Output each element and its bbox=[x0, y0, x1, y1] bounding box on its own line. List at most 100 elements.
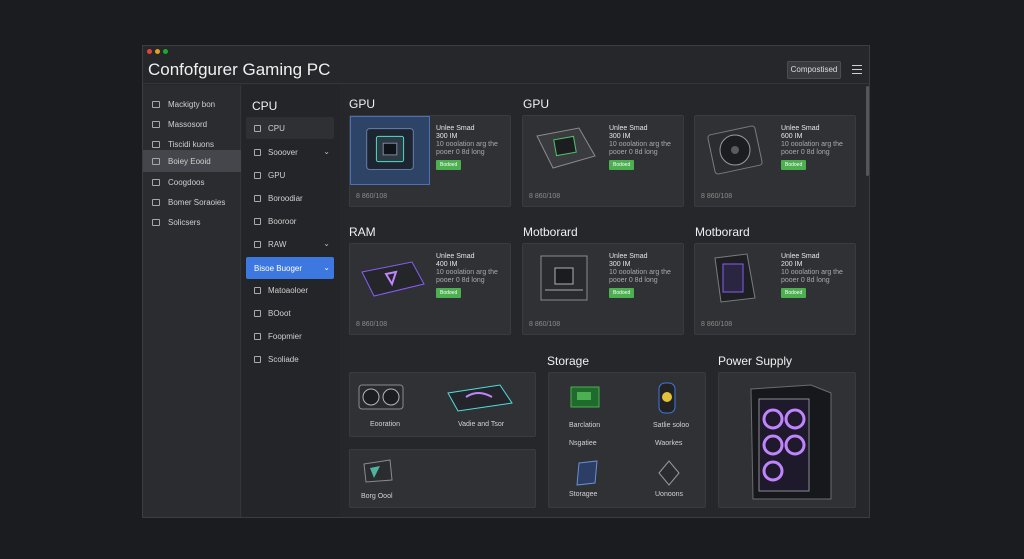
subnav-item-label: Boroodiar bbox=[268, 193, 303, 203]
accessories-panel: Eooration Vadie and Tsor bbox=[349, 372, 536, 437]
pc-case-icon bbox=[750, 384, 832, 500]
gpu-icon bbox=[254, 171, 261, 179]
folder-icon bbox=[152, 157, 160, 165]
product-card-motherboard-1[interactable]: Unlee Smad 300 IM 10 ooolation arg the p… bbox=[522, 243, 684, 335]
product-card-gpu-2[interactable]: Unlee Smad 300 IM 10 ooolation arg the p… bbox=[522, 115, 684, 207]
box-icon bbox=[254, 286, 261, 294]
pc-case-icon bbox=[714, 253, 756, 303]
subnav-item-label: Bisoe Buoger bbox=[254, 263, 303, 273]
ram-module-icon bbox=[361, 261, 425, 297]
subnav-item-matoaoloer[interactable]: Matoaoloer bbox=[246, 279, 334, 301]
card-spec: Unlee Smad 400 IM 10 ooolation arg the p… bbox=[436, 253, 512, 298]
grid-icon bbox=[152, 178, 160, 186]
card-spec-line: Unlee Smad bbox=[781, 253, 820, 260]
status-badge: Bodoed bbox=[609, 160, 635, 170]
motherboard-icon bbox=[540, 255, 588, 301]
card-spec-line: 10 ooolation arg the bbox=[436, 269, 498, 276]
sidebar-item-bomer[interactable]: Bomer Soraoies bbox=[143, 191, 241, 213]
card-spec-line: 600 IM bbox=[781, 133, 803, 140]
status-badge: Bodoed bbox=[781, 288, 807, 298]
subnav-item-label: GPU bbox=[268, 170, 286, 180]
chevron-down-icon: ⌄ bbox=[323, 263, 330, 272]
briefcase-icon bbox=[152, 198, 160, 206]
section-title-power-supply: Power Supply bbox=[718, 354, 793, 368]
hdd-drive-icon[interactable] bbox=[573, 459, 601, 487]
card-footer: 8 860/108 bbox=[701, 321, 733, 328]
card-spec-line: 10 ooolation arg the bbox=[781, 269, 843, 276]
sidebar-item-label: Mackigty bon bbox=[168, 99, 216, 109]
card-footer: 8 860/108 bbox=[529, 193, 561, 200]
power-supply-panel[interactable] bbox=[718, 372, 856, 508]
product-card-motherboard-2[interactable]: Unlee Smad 200 IM 10 ooolation arg the p… bbox=[694, 243, 856, 335]
subnav-item-boroodiar[interactable]: Boroodiar bbox=[246, 187, 334, 209]
target-icon bbox=[254, 148, 261, 156]
subnav-item-label: Foopmier bbox=[268, 331, 302, 341]
gpu-chip-icon bbox=[350, 116, 430, 185]
rgb-cooler-icon[interactable] bbox=[653, 381, 681, 415]
tile-label: Satlie soloo bbox=[653, 422, 690, 429]
subnav-item-foopmier[interactable]: Foopmier bbox=[246, 325, 334, 347]
sidebar-item-solicsers[interactable]: Solicsers bbox=[143, 211, 241, 233]
product-card-cooler[interactable]: Unlee Smad 600 IM 10 ooolation arg the p… bbox=[694, 115, 856, 207]
tile-label: Nsgatiee bbox=[569, 440, 597, 447]
status-badge: Bodoed bbox=[781, 160, 807, 170]
ssd-drive-icon[interactable] bbox=[567, 383, 603, 411]
subnav-item-raw[interactable]: RAW ⌄ bbox=[246, 233, 334, 255]
card-spec: Unlee Smad 600 IM 10 ooolation arg the p… bbox=[781, 125, 857, 170]
layers-icon bbox=[254, 355, 261, 363]
sidebar-item-label: Solicsers bbox=[168, 217, 201, 227]
subnav-item-booot[interactable]: BOoot bbox=[246, 302, 334, 324]
dual-fan-gpu-icon[interactable] bbox=[358, 383, 404, 411]
card-spec-line: 10 ooolation arg the bbox=[436, 141, 498, 148]
subnav-item-cpu[interactable]: CPU bbox=[246, 117, 334, 139]
close-window-dot[interactable] bbox=[147, 49, 152, 54]
subnav-item-label: BOoot bbox=[268, 308, 291, 318]
heart-icon bbox=[254, 240, 261, 248]
card-spec-line: 10 ooolation arg the bbox=[781, 141, 843, 148]
app-window: Confofgurer Gaming PC Compostised Mackig… bbox=[142, 45, 870, 518]
card-spec-line: 10 ooolation arg the bbox=[609, 269, 671, 276]
cooling-block-icon[interactable] bbox=[360, 458, 396, 484]
vertical-scrollbar[interactable] bbox=[866, 86, 869, 176]
maximize-window-dot[interactable] bbox=[163, 49, 168, 54]
tile-label: Uonoons bbox=[655, 491, 684, 498]
board-icon bbox=[254, 194, 261, 202]
subnav-item-booroor[interactable]: Booroor bbox=[246, 210, 334, 232]
tile-label: Barclation bbox=[569, 422, 601, 429]
sidebar-item-mackigty[interactable]: Mackigty bon bbox=[143, 93, 241, 115]
subnav-item-sooover[interactable]: Sooover ⌄ bbox=[246, 141, 334, 163]
subnav-item-label: Scoliade bbox=[268, 354, 299, 364]
tile-label: Borg Oool bbox=[361, 493, 393, 500]
card-spec-line: pooer 0 8d long bbox=[609, 277, 658, 284]
sidebar-item-boiey[interactable]: Boiey Eooid bbox=[143, 150, 241, 172]
cooling-panel: Borg Oool bbox=[349, 449, 536, 508]
section-title-gpu: GPU bbox=[349, 97, 376, 111]
gear-icon bbox=[152, 218, 160, 226]
card-spec-line: Unlee Smad bbox=[609, 253, 648, 260]
status-badge: Bodoed bbox=[436, 288, 462, 298]
storage-panel: Barclation Satlie soloo Nsgatiee Waorkes… bbox=[548, 372, 706, 508]
compostised-button[interactable]: Compostised bbox=[787, 61, 841, 79]
nvme-drive-icon[interactable] bbox=[655, 459, 683, 487]
section-title-ram: RAM bbox=[349, 225, 376, 239]
list-icon bbox=[152, 120, 160, 128]
card-spec-line: 200 IM bbox=[781, 261, 803, 268]
card-spec-line: Unlee Smad bbox=[436, 253, 475, 260]
section-title-gpu-2: GPU bbox=[523, 97, 550, 111]
product-card-gpu-1[interactable]: Unlee Smad 300 IM 10 ooolation arg the p… bbox=[349, 115, 511, 207]
product-card-ram[interactable]: Unlee Smad 400 IM 10 ooolation arg the p… bbox=[349, 243, 511, 335]
sidebar-item-label: Massosord bbox=[168, 119, 208, 129]
rgb-mousepad-icon[interactable] bbox=[444, 383, 514, 413]
subnav-item-label: RAW bbox=[268, 239, 287, 249]
sidebar-item-coogdoos[interactable]: Coogdoos bbox=[143, 171, 241, 193]
hamburger-menu-icon[interactable] bbox=[852, 65, 862, 74]
tile-label: Vadie and Tsor bbox=[458, 421, 505, 428]
subnav-item-bisoe[interactable]: Bisoe Buoger ⌄ bbox=[246, 257, 334, 279]
minimize-window-dot[interactable] bbox=[155, 49, 160, 54]
tile-label: Eooration bbox=[370, 421, 400, 428]
gpu-chip-icon bbox=[536, 127, 596, 169]
sidebar-item-massosord[interactable]: Massosord bbox=[143, 113, 241, 135]
subnav-item-scoliade[interactable]: Scoliade bbox=[246, 348, 334, 370]
card-spec: Unlee Smad 300 IM 10 ooolation arg the p… bbox=[436, 125, 512, 170]
subnav-item-gpu[interactable]: GPU bbox=[246, 164, 334, 186]
